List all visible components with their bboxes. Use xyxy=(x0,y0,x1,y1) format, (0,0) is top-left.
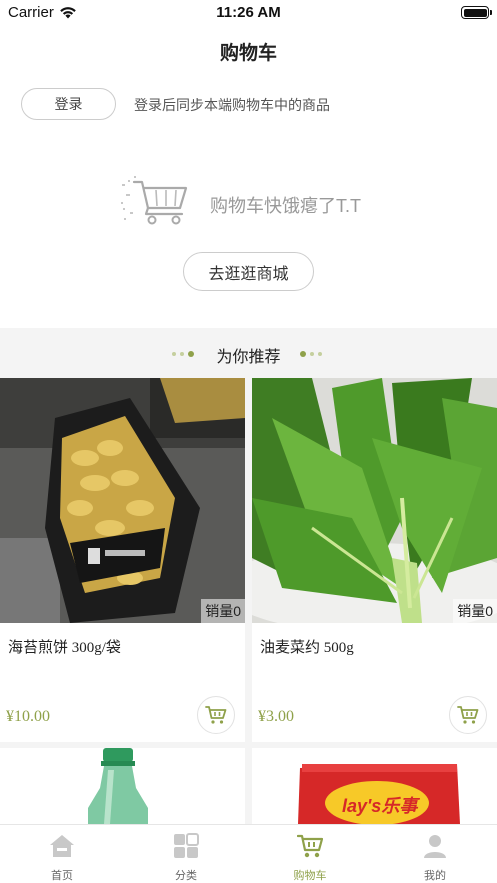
tab-cart[interactable]: 购物车 xyxy=(248,825,372,883)
page-title: 购物车 xyxy=(219,43,277,64)
product-name[interactable]: 油麦菜约 500g xyxy=(260,636,354,657)
tab-bar: 首页 分类 购物车 我的 xyxy=(0,824,497,883)
category-grid-icon xyxy=(174,833,199,858)
add-to-cart-button[interactable] xyxy=(197,696,235,734)
product-price: ¥10.00 xyxy=(6,708,50,725)
tab-label: 分类 xyxy=(175,870,197,882)
recommend-title: 为你推荐 xyxy=(216,349,281,366)
status-bar: Carrier 11:26 AM xyxy=(0,0,497,26)
product-card[interactable]: lay's乐事 xyxy=(252,748,497,824)
add-to-cart-button[interactable] xyxy=(449,696,487,734)
login-button[interactable]: 登录 xyxy=(21,88,116,120)
battery-icon xyxy=(461,6,492,19)
tab-home[interactable]: 首页 xyxy=(0,825,124,883)
product-image[interactable]: 销量0 xyxy=(252,378,497,623)
login-tip: 登录后同步本端购物车中的商品 xyxy=(134,97,330,113)
tab-label: 我的 xyxy=(424,870,446,882)
decor-dots-right xyxy=(300,351,322,357)
tab-label: 首页 xyxy=(51,870,73,882)
lettuce-image xyxy=(252,378,497,623)
product-card[interactable] xyxy=(0,748,245,824)
home-icon xyxy=(50,835,74,857)
product-price: ¥3.00 xyxy=(258,708,294,725)
product-image[interactable]: 销量0 xyxy=(0,378,245,623)
product-name[interactable]: 海苔煎饼 300g/袋 xyxy=(8,636,121,657)
soda-bottle-image[interactable] xyxy=(0,748,245,824)
sales-count: 销量0 xyxy=(201,599,245,623)
empty-cart-message: 购物车快饿瘪了T.T xyxy=(210,196,361,216)
sales-count: 销量0 xyxy=(453,599,497,623)
empty-cart-icon xyxy=(121,176,188,225)
tab-category[interactable]: 分类 xyxy=(124,825,248,883)
user-icon xyxy=(424,835,446,858)
clock: 11:26 AM xyxy=(216,4,281,21)
tab-label: 购物车 xyxy=(293,870,327,882)
product-card[interactable]: 销量0 油麦菜约 500g ¥3.00 xyxy=(252,378,497,742)
go-shopping-button[interactable]: 去逛逛商城 xyxy=(183,252,314,291)
seaweed-crackers-image xyxy=(0,378,245,623)
cart-icon xyxy=(457,706,479,724)
product-card[interactable]: 销量0 海苔煎饼 300g/袋 ¥10.00 xyxy=(0,378,245,742)
cart-icon xyxy=(205,706,227,724)
lays-logo: lay's乐事 xyxy=(342,796,418,816)
shopping-cart-icon xyxy=(297,834,323,858)
tab-profile[interactable]: 我的 xyxy=(373,825,497,883)
